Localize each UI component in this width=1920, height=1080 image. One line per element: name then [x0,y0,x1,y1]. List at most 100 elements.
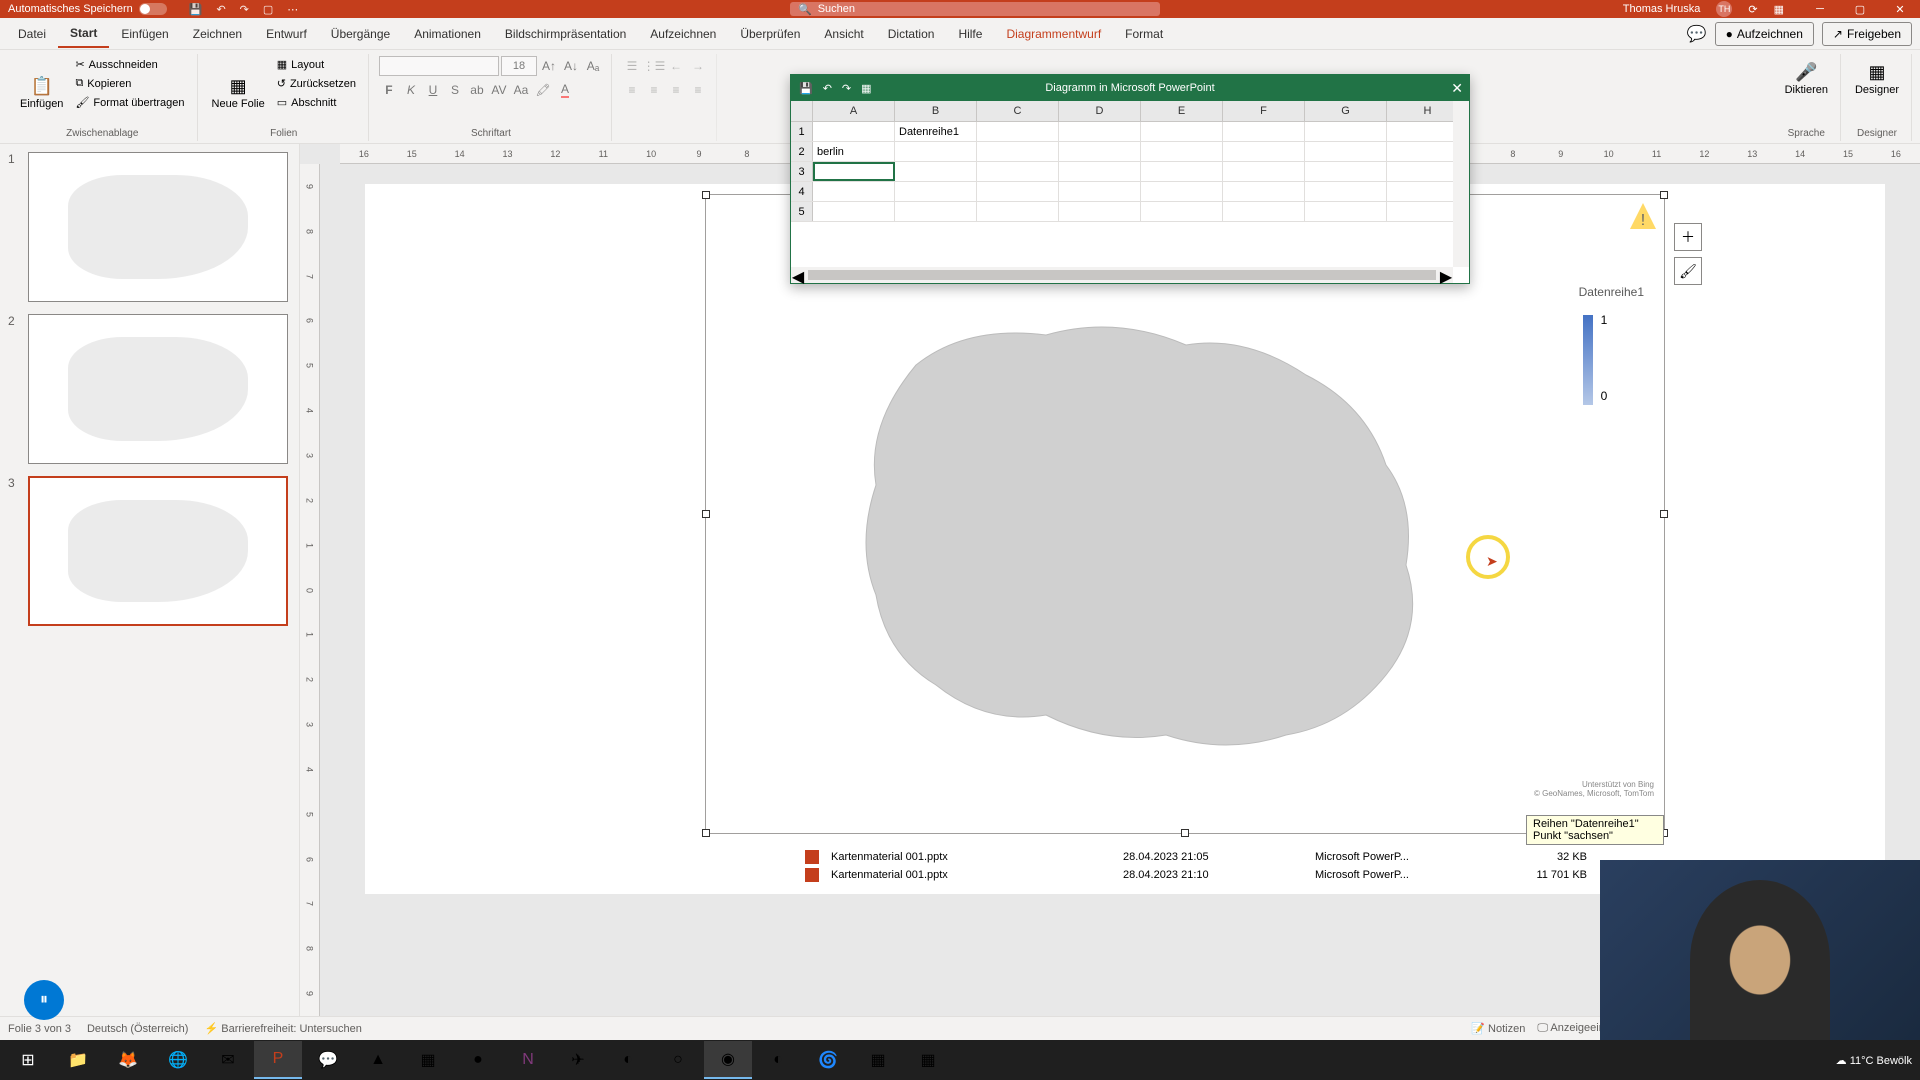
tab-ansicht[interactable]: Ansicht [812,21,875,47]
justify-button[interactable]: ≡ [688,80,708,100]
slide-panel[interactable]: 1 2 3 [0,144,300,1016]
excel-row[interactable]: 5 [791,202,1469,222]
cell[interactable] [1141,202,1223,221]
slide-counter[interactable]: Folie 3 von 3 [8,1023,71,1035]
minimize-button[interactable]: ─ [1800,0,1840,18]
spacing-button[interactable]: AV [489,80,509,100]
row-header[interactable]: 1 [791,122,813,141]
resize-handle[interactable] [702,191,710,199]
cell[interactable] [1059,202,1141,221]
chart-styles-button[interactable]: 🖌 [1674,257,1702,285]
cell-selected[interactable] [813,162,895,181]
cell[interactable] [977,142,1059,161]
recording-pause-button[interactable]: ⏸ [24,980,64,1020]
copy-button[interactable]: ⧉ Kopieren [71,75,188,92]
cell[interactable] [977,182,1059,201]
col-header[interactable]: E [1141,101,1223,121]
outlook-icon[interactable]: ✉ [204,1041,252,1079]
indent-inc-button[interactable]: → [688,56,708,76]
vlc-icon[interactable]: ▲ [354,1041,402,1079]
font-color-button[interactable]: A [555,80,575,100]
layout-button[interactable]: ▦ Layout [273,56,360,73]
cell[interactable] [895,162,977,181]
cell[interactable] [813,202,895,221]
col-header[interactable]: C [977,101,1059,121]
tab-aufzeichnen[interactable]: Aufzeichnen [638,21,728,47]
accessibility-check[interactable]: ⚡ Barrierefreiheit: Untersuchen [204,1022,361,1035]
tab-datei[interactable]: Datei [6,21,58,47]
cell[interactable] [813,182,895,201]
obs-icon[interactable]: ◉ [704,1041,752,1079]
edge-icon[interactable]: 🌀 [804,1041,852,1079]
tab-ueberpruefen[interactable]: Überprüfen [728,21,812,47]
col-header[interactable]: G [1305,101,1387,121]
redo-icon[interactable]: ↷ [240,3,249,16]
cell[interactable] [1223,202,1305,221]
powerpoint-icon[interactable]: P [254,1041,302,1079]
warning-icon[interactable]: ! [1628,201,1658,231]
excel-close-button[interactable]: ✕ [1451,80,1463,97]
cell[interactable] [895,142,977,161]
language-indicator[interactable]: Deutsch (Österreich) [87,1023,188,1035]
paste-button[interactable]: 📋 Einfügen [16,56,67,128]
cell[interactable] [895,202,977,221]
excel-row[interactable]: 1 Datenreihe1 [791,122,1469,142]
strike-button[interactable]: S [445,80,465,100]
cell[interactable] [813,122,895,141]
scroll-left-icon[interactable]: ◀ [791,267,805,283]
col-header[interactable]: B [895,101,977,121]
bold-button[interactable]: F [379,80,399,100]
notes-button[interactable]: 📝 Notizen [1471,1022,1525,1035]
designer-button[interactable]: ▦ Designer [1851,56,1903,100]
excel-undo-icon[interactable]: ↶ [823,82,832,95]
map-shape[interactable] [766,285,1466,785]
tab-bildschirmpraesentation[interactable]: Bildschirmpräsentation [493,21,638,47]
onenote-icon[interactable]: N [504,1041,552,1079]
excel-row[interactable]: 4 [791,182,1469,202]
section-button[interactable]: ▭ Abschnitt [273,94,360,111]
weather-widget[interactable]: ☁ 11°C Bewölk [1836,1054,1912,1067]
tab-diagrammentwurf[interactable]: Diagrammentwurf [994,21,1113,47]
close-button[interactable]: ✕ [1880,0,1920,18]
cell[interactable] [1223,162,1305,181]
case-button[interactable]: Aa [511,80,531,100]
select-all-corner[interactable] [791,101,813,121]
cut-button[interactable]: ✂ Ausschneiden [71,56,188,73]
row-header[interactable]: 3 [791,162,813,181]
shadow-button[interactable]: ab [467,80,487,100]
app-icon[interactable]: ○ [654,1041,702,1079]
chart-plot-area[interactable]: ➤ Datenreihe1 1 0 Reihen "Datenreihe1" P… [706,245,1664,805]
autosave-toggle[interactable]: Automatisches Speichern [8,3,167,15]
app-icon[interactable]: ● [454,1041,502,1079]
firefox-icon[interactable]: 🦊 [104,1041,152,1079]
more-icon[interactable]: ⋯ [287,3,298,16]
cell[interactable]: Datenreihe1 [895,122,977,141]
scroll-right-icon[interactable]: ▶ [1439,267,1453,283]
decrease-font-icon[interactable]: A↓ [561,56,581,76]
chart-object[interactable]: ! Diagrammtitel ➤ Datenreihe1 1 [705,194,1665,834]
cell[interactable] [1141,162,1223,181]
highlight-button[interactable]: 🖍 [533,80,553,100]
col-header[interactable]: D [1059,101,1141,121]
italic-button[interactable]: K [401,80,421,100]
excel-row[interactable]: 2 berlin [791,142,1469,162]
chrome-icon[interactable]: 🌐 [154,1041,202,1079]
ribbon-mode-icon[interactable]: ▦ [1774,3,1784,16]
chart-legend[interactable]: Datenreihe1 1 0 [1579,285,1644,409]
resize-handle[interactable] [1660,191,1668,199]
cell[interactable] [1059,142,1141,161]
tab-dictation[interactable]: Dictation [876,21,947,47]
app-icon[interactable]: 💬 [304,1041,352,1079]
share-button[interactable]: ↗ Freigeben [1822,22,1912,46]
save-icon[interactable]: 💾 [189,3,203,16]
cell[interactable] [977,162,1059,181]
cell[interactable] [1305,202,1387,221]
app-icon[interactable]: ▦ [854,1041,902,1079]
underline-button[interactable]: U [423,80,443,100]
username[interactable]: Thomas Hruska [1623,3,1701,15]
cell[interactable] [1305,162,1387,181]
present-icon[interactable]: ▢ [263,3,273,16]
undo-icon[interactable]: ↶ [216,3,225,16]
user-avatar[interactable]: TH [1716,1,1732,17]
cell[interactable] [1305,122,1387,141]
